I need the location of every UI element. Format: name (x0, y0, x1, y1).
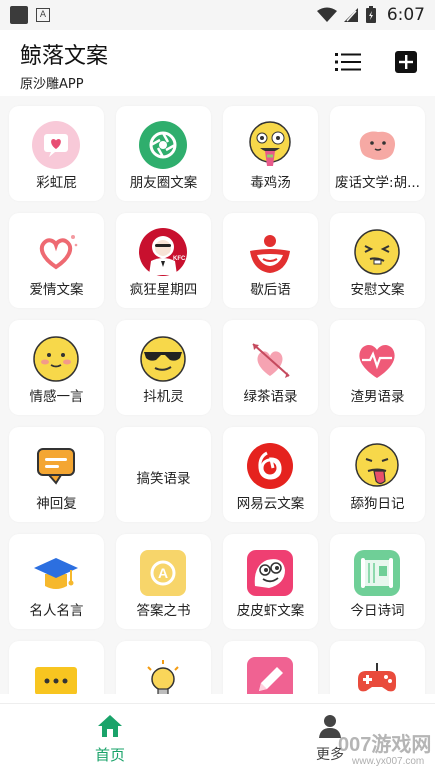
category-card[interactable] (116, 641, 211, 694)
category-card[interactable]: 网易云文案 (223, 427, 318, 522)
plus-square-icon (395, 51, 417, 73)
category-card[interactable]: 爱情文案 (9, 213, 104, 308)
gamepad-icon (352, 655, 402, 694)
category-card[interactable]: 废话文学:胡... (330, 106, 425, 201)
category-label: 爱情文案 (29, 282, 84, 298)
category-card[interactable]: 神回复 (9, 427, 104, 522)
watermark-logo: 007游戏网 (338, 734, 432, 756)
home-icon (98, 715, 122, 737)
category-label: 情感一言 (29, 389, 84, 405)
category-label: 毒鸡汤 (250, 175, 291, 191)
category-card[interactable]: KFC 疯狂星期四 (116, 213, 211, 308)
category-card[interactable]: 舔狗日记 (330, 427, 425, 522)
app-header: 鲸落文案 原沙雕APP (0, 30, 435, 96)
blush-face-icon (31, 334, 81, 384)
page-subtitle: 原沙雕APP (20, 77, 84, 92)
category-label: 皮皮虾文案 (236, 603, 305, 619)
category-card[interactable]: 安慰文案 (330, 213, 425, 308)
category-label: 朋友圈文案 (129, 175, 198, 191)
category-label: 彩虹屁 (36, 175, 77, 191)
tongue-face-icon (352, 441, 402, 491)
category-label: 今日诗词 (350, 603, 405, 619)
category-label: 舔狗日记 (350, 496, 405, 512)
battery-icon (365, 6, 376, 23)
category-card[interactable]: 朋友圈文案 (116, 106, 211, 201)
arrow-heart-icon (245, 334, 295, 384)
signal-icon (343, 8, 358, 22)
nav-home-label: 首页 (94, 746, 125, 764)
category-card[interactable]: 毒鸡汤 (223, 106, 318, 201)
squint-face-icon (352, 227, 402, 277)
category-card[interactable]: 渣男语录 (330, 320, 425, 415)
app-notification-icon: A (36, 8, 50, 22)
sunglasses-face-icon (138, 334, 188, 384)
chat-bubble-icon (31, 441, 81, 491)
watermark-url: www.yx007.com (352, 756, 425, 767)
category-card[interactable]: 搞笑语录 (116, 427, 211, 522)
category-label: 答案之书 (136, 603, 191, 619)
category-label: 废话文学:胡... (335, 175, 420, 191)
pencil-icon (245, 655, 295, 694)
blob-face-icon (352, 120, 402, 170)
netease-music-icon (245, 441, 295, 491)
answer-book-icon: A (138, 548, 188, 598)
category-grid-area[interactable]: 彩虹屁 朋友圈文案 毒鸡汤 废话文学:胡... 爱情文案 KFC 疯狂星期四 歇… (0, 96, 435, 694)
category-card[interactable]: 情感一言 (9, 320, 104, 415)
category-label: 网易云文案 (236, 496, 305, 512)
list-icon (335, 53, 361, 71)
heart-sparkle-icon (31, 227, 81, 277)
category-card[interactable]: 皮皮虾文案 (223, 534, 318, 629)
camera-aperture-icon (138, 120, 188, 170)
crazy-face-icon (245, 120, 295, 170)
category-label: 搞笑语录 (136, 471, 191, 487)
kfc-colonel-icon: KFC (138, 227, 188, 277)
pipixia-icon (245, 548, 295, 598)
message-dots-icon (31, 655, 81, 694)
heartbeat-icon (352, 334, 402, 384)
category-card[interactable] (9, 641, 104, 694)
category-label: 抖机灵 (143, 389, 184, 405)
category-card[interactable] (223, 641, 318, 694)
category-card[interactable]: 抖机灵 (116, 320, 211, 415)
poem-scroll-icon (352, 548, 402, 598)
category-label: 安慰文案 (350, 282, 405, 298)
category-card[interactable]: 今日诗词 (330, 534, 425, 629)
add-button[interactable] (392, 48, 420, 76)
category-card[interactable]: 歇后语 (223, 213, 318, 308)
category-label: 歇后语 (250, 282, 291, 298)
category-label: 名人名言 (29, 603, 84, 619)
category-card[interactable]: 绿茶语录 (223, 320, 318, 415)
category-grid: 彩虹屁 朋友圈文案 毒鸡汤 废话文学:胡... 爱情文案 KFC 疯狂星期四 歇… (9, 106, 425, 694)
graduation-cap-icon (31, 548, 81, 598)
category-card[interactable]: A 答案之书 (116, 534, 211, 629)
category-card[interactable]: 名人名言 (9, 534, 104, 629)
category-label: 疯狂星期四 (129, 282, 198, 298)
svg-text:KFC: KFC (173, 256, 186, 262)
category-label: 绿茶语录 (243, 389, 298, 405)
category-label: 渣男语录 (350, 389, 405, 405)
category-card[interactable]: 彩虹屁 (9, 106, 104, 201)
nav-home-tab[interactable]: 首页 (80, 714, 140, 765)
clock: 6:07 (386, 5, 425, 25)
category-card[interactable] (330, 641, 425, 694)
lightbulb-icon (138, 655, 188, 694)
category-label: 神回复 (36, 496, 77, 512)
wifi-icon (316, 7, 337, 22)
heart-message-icon (31, 120, 81, 170)
svg-text:A: A (158, 565, 168, 581)
clown-mouth-icon (245, 227, 295, 277)
list-view-button[interactable] (334, 48, 362, 76)
status-bar: A 6:07 (0, 0, 435, 30)
notification-icon (10, 6, 28, 24)
page-title: 鲸落文案 (20, 44, 109, 69)
